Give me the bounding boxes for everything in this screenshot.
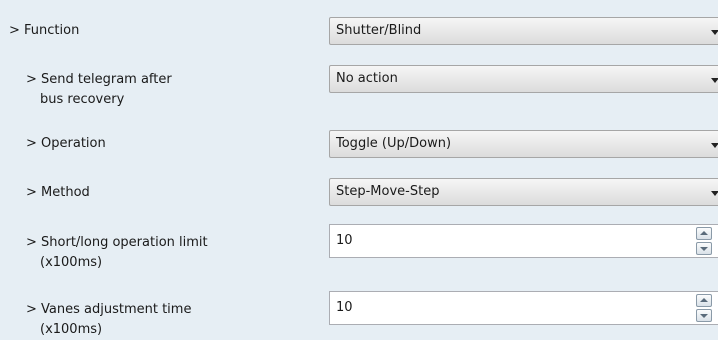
short-long-limit-label: > Short/long operation limit (x100ms) [26, 235, 208, 270]
operation-dropdown[interactable]: Toggle (Up/Down) [329, 130, 718, 158]
chevron-down-icon [711, 191, 718, 196]
vanes-adjustment-input[interactable]: 10 [329, 291, 718, 325]
method-dropdown[interactable]: Step-Move-Step [329, 178, 718, 206]
chevron-down-icon [711, 78, 718, 83]
parameter-panel: > Function Shutter/Blind > Send telegram… [0, 0, 718, 337]
vanes-adjustment-label: > Vanes adjustment time (x100ms) [26, 302, 192, 337]
send-telegram-label: > Send telegram after bus recovery [26, 72, 172, 107]
spin-down-icon[interactable] [696, 242, 712, 255]
operation-label: > Operation [26, 136, 106, 151]
function-label: > Function [9, 23, 80, 38]
method-label: > Method [26, 185, 90, 200]
method-dropdown-value: Step-Move-Step [336, 184, 440, 199]
spin-down-icon[interactable] [696, 309, 712, 322]
function-dropdown[interactable]: Shutter/Blind [329, 17, 718, 45]
short-long-limit-input[interactable]: 10 [329, 224, 718, 258]
short-long-limit-value: 10 [336, 233, 353, 248]
vanes-adjustment-value: 10 [336, 300, 353, 315]
spin-up-icon[interactable] [696, 294, 712, 307]
chevron-down-icon [711, 143, 718, 148]
send-telegram-dropdown-value: No action [336, 71, 398, 86]
function-dropdown-value: Shutter/Blind [336, 23, 422, 38]
spin-up-icon[interactable] [696, 227, 712, 240]
operation-dropdown-value: Toggle (Up/Down) [336, 136, 452, 151]
chevron-down-icon [711, 30, 718, 35]
send-telegram-dropdown[interactable]: No action [329, 65, 718, 93]
